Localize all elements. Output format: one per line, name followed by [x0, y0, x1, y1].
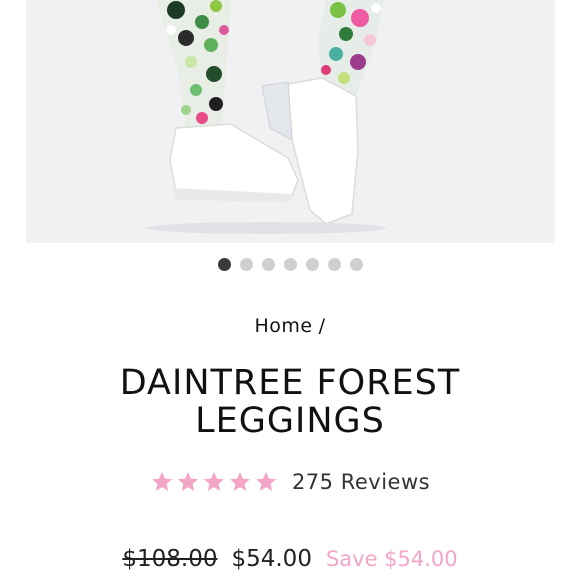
product-title-line-1: DAINTREE FOREST: [119, 363, 461, 403]
star-rating: [150, 470, 278, 494]
breadcrumb: Home /: [0, 315, 580, 337]
carousel-dot-6[interactable]: [327, 258, 341, 271]
star-icon: [203, 472, 224, 491]
carousel-dot-4[interactable]: [283, 258, 297, 271]
carousel-dot-1[interactable]: [217, 258, 231, 271]
current-price: $54.00: [231, 546, 312, 572]
product-rating[interactable]: 275 Reviews: [0, 470, 580, 494]
star-icon: [229, 472, 250, 491]
product-photo: [26, 0, 555, 243]
carousel-dot-2[interactable]: [239, 258, 253, 271]
price-row: $108.00 $54.00 Save $54.00: [0, 546, 580, 572]
reviews-link[interactable]: 275 Reviews: [292, 470, 430, 494]
breadcrumb-home-link[interactable]: Home: [254, 315, 312, 337]
carousel-dot-5[interactable]: [305, 258, 319, 271]
carousel-dots: [0, 258, 580, 271]
star-icon: [177, 472, 198, 491]
star-icon: [255, 472, 276, 491]
compare-at-price: $108.00: [122, 546, 218, 572]
product-title-line-2: LEGGINGS: [195, 401, 385, 441]
breadcrumb-separator: /: [318, 315, 326, 337]
star-icon: [151, 472, 172, 491]
carousel-dot-7[interactable]: [349, 258, 363, 271]
product-image[interactable]: [26, 0, 555, 243]
product-title: DAINTREE FOREST LEGGINGS: [40, 364, 540, 440]
carousel-dot-3[interactable]: [261, 258, 275, 271]
save-amount: Save $54.00: [325, 547, 458, 571]
